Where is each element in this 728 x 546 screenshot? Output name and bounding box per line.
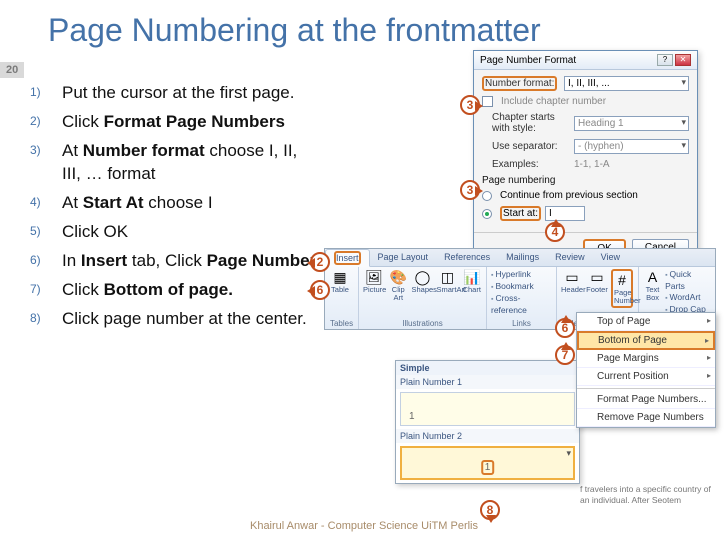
callout-2: 2 bbox=[310, 252, 330, 272]
page-number-format-dialog: Page Number Format ? ✕ Number format: I,… bbox=[473, 50, 698, 265]
tab-mailings[interactable]: Mailings bbox=[498, 249, 547, 266]
help-button[interactable]: ? bbox=[657, 54, 673, 66]
step-3: At Number format choose I, II, III, … fo… bbox=[30, 140, 320, 186]
gallery-item-2[interactable]: 1 bbox=[400, 446, 575, 480]
callout-6b: 6 bbox=[555, 318, 575, 338]
instruction-list: Put the cursor at the first page. Click F… bbox=[30, 82, 320, 336]
menu-format-page-numbers[interactable]: Format Page Numbers... bbox=[577, 391, 715, 409]
step-5: Click OK bbox=[30, 221, 320, 244]
callout-8: 8 bbox=[480, 500, 500, 520]
separator-label: Use separator: bbox=[492, 141, 570, 152]
number-format-label: Number format: bbox=[482, 78, 560, 89]
tab-page-layout[interactable]: Page Layout bbox=[370, 249, 437, 266]
group-illustrations: Illustrations bbox=[359, 319, 486, 328]
links-list[interactable]: Hyperlink Bookmark Cross-reference bbox=[491, 269, 552, 316]
menu-page-margins[interactable]: Page Margins▸ bbox=[577, 350, 715, 368]
tab-review[interactable]: Review bbox=[547, 249, 593, 266]
page-number-button[interactable]: #Page Number bbox=[611, 269, 633, 308]
separator-select: - (hyphen) bbox=[574, 139, 689, 154]
dialog-title: Page Number Format bbox=[480, 55, 576, 66]
clipart-button[interactable]: 🎨Clip Art bbox=[388, 269, 409, 302]
page-number-menu: Top of Page▸Bottom of Page▸Page Margins▸… bbox=[576, 312, 716, 428]
start-at-label: Start at: bbox=[503, 208, 538, 219]
step-2: Click Format Page Numbers bbox=[30, 111, 320, 134]
number-format-select[interactable]: I, II, III, ... bbox=[564, 76, 689, 91]
text-list[interactable]: Quick Parts WordArt Drop Cap bbox=[665, 269, 707, 316]
close-button[interactable]: ✕ bbox=[675, 54, 691, 66]
callout-6a: 6 bbox=[310, 280, 330, 300]
gallery-section-2: Plain Number 2 bbox=[396, 429, 579, 443]
callout-7: 7 bbox=[555, 345, 575, 365]
step-4: At Start At choose I bbox=[30, 192, 320, 215]
chart-button[interactable]: 📊Chart bbox=[462, 269, 483, 294]
tab-references[interactable]: References bbox=[436, 249, 498, 266]
gallery-heading: Simple bbox=[396, 361, 579, 375]
include-chapter-label: Include chapter number bbox=[501, 96, 606, 107]
shapes-button[interactable]: ◯Shapes bbox=[412, 269, 434, 294]
table-button[interactable]: ▦Table bbox=[329, 269, 351, 294]
gallery-item-1[interactable]: 1 bbox=[400, 392, 575, 426]
callout-4: 4 bbox=[545, 222, 565, 242]
continue-label: Continue from previous section bbox=[500, 190, 638, 201]
group-tables: Tables bbox=[325, 319, 358, 328]
slide-number-badge: 20 bbox=[0, 62, 24, 78]
examples-value: 1-1, 1-A bbox=[574, 159, 610, 170]
callout-3a: 3 bbox=[460, 95, 480, 115]
step-8: Click page number at the center. bbox=[30, 308, 320, 331]
tab-view[interactable]: View bbox=[593, 249, 628, 266]
header-button[interactable]: ▭Header bbox=[561, 269, 583, 294]
start-at-radio[interactable] bbox=[482, 209, 492, 219]
page-numbering-section: Page numbering bbox=[482, 175, 689, 186]
tab-insert[interactable]: Insert bbox=[325, 249, 370, 267]
step-7: Click Bottom of page. bbox=[30, 279, 320, 302]
footer-credit: Khairul Anwar - Computer Science UiTM Pe… bbox=[0, 520, 728, 532]
callout-3b: 3 bbox=[460, 180, 480, 200]
background-sample-text: f travelers into a specific country of a… bbox=[580, 484, 720, 506]
menu-current-position[interactable]: Current Position▸ bbox=[577, 368, 715, 386]
step-1: Put the cursor at the first page. bbox=[30, 82, 320, 105]
group-links: Links bbox=[487, 319, 556, 328]
gallery-section-1: Plain Number 1 bbox=[396, 375, 579, 389]
chapter-style-select: Heading 1 bbox=[574, 116, 689, 131]
picture-button[interactable]: 🖼Picture bbox=[363, 269, 385, 294]
step-6: In Insert tab, Click Page Number bbox=[30, 250, 320, 273]
examples-label: Examples: bbox=[492, 159, 570, 170]
page-number-gallery: Simple Plain Number 1 1 Plain Number 2 1 bbox=[395, 360, 580, 484]
chapter-style-label: Chapter starts with style: bbox=[492, 112, 570, 134]
menu-remove-page-numbers[interactable]: Remove Page Numbers bbox=[577, 409, 715, 427]
textbox-button[interactable]: AText Box bbox=[643, 269, 662, 302]
menu-bottom-of-page[interactable]: Bottom of Page▸ bbox=[577, 331, 715, 350]
smartart-button[interactable]: ◫SmartArt bbox=[437, 269, 459, 294]
menu-top-of-page[interactable]: Top of Page▸ bbox=[577, 313, 715, 331]
footer-button[interactable]: ▭Footer bbox=[586, 269, 608, 294]
